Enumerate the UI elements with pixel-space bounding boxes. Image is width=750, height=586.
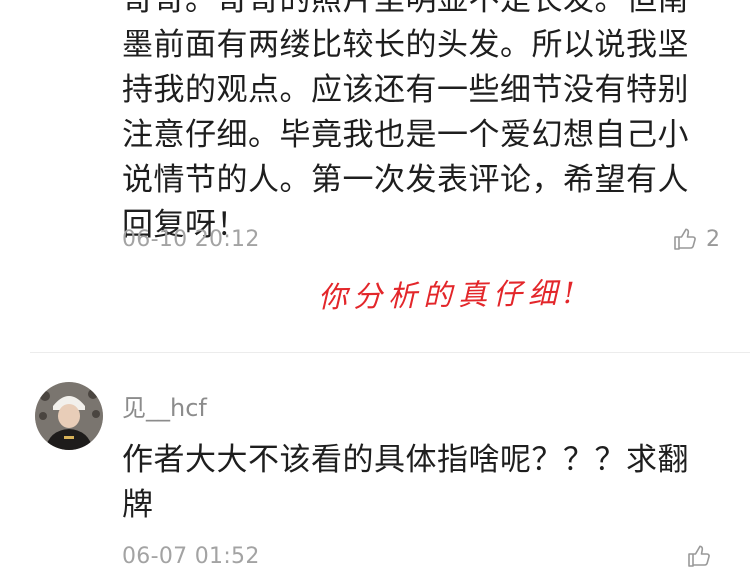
comment-line: 说情节的人。第一次发表评论，希望有人 — [122, 162, 689, 198]
divider — [30, 352, 750, 353]
thumbs-up-icon — [672, 226, 698, 252]
comment-text: 墨前面有两缕比较长的头发。所以说我坚 持我的观点。应该还有一些细节没有特别 注意… — [122, 23, 722, 248]
avatar[interactable] — [35, 382, 103, 450]
comment-timestamp: 06-10 20:12 — [122, 226, 260, 252]
like-button[interactable] — [686, 543, 720, 569]
comment-text-clipped-line: 哥哥。哥哥的照片里明显不是长发。但南 — [122, 0, 689, 18]
like-count: 2 — [706, 226, 720, 252]
thumbs-up-icon — [686, 543, 712, 569]
like-button[interactable]: 2 — [672, 226, 720, 252]
comment-meta: 06-07 01:52 — [122, 541, 720, 571]
comment-text: 作者大大不该看的具体指啥呢？？？求翻 牌 — [122, 438, 722, 528]
comment-line: 牌 — [122, 487, 154, 523]
username[interactable]: 见__hcf — [122, 388, 207, 423]
comment-meta: 06-10 20:12 2 — [122, 224, 720, 254]
comment-timestamp: 06-07 01:52 — [122, 543, 260, 569]
comment-line: 注意仔细。毕竟我也是一个爱幻想自己小 — [122, 117, 689, 153]
comment-line: 持我的观点。应该还有一些细节没有特别 — [122, 72, 689, 108]
comment-line: 墨前面有两缕比较长的头发。所以说我坚 — [122, 27, 689, 63]
comment-line: 作者大大不该看的具体指啥呢？？？求翻 — [122, 442, 689, 478]
handwritten-annotation: 你分析的真仔细! — [317, 275, 581, 315]
